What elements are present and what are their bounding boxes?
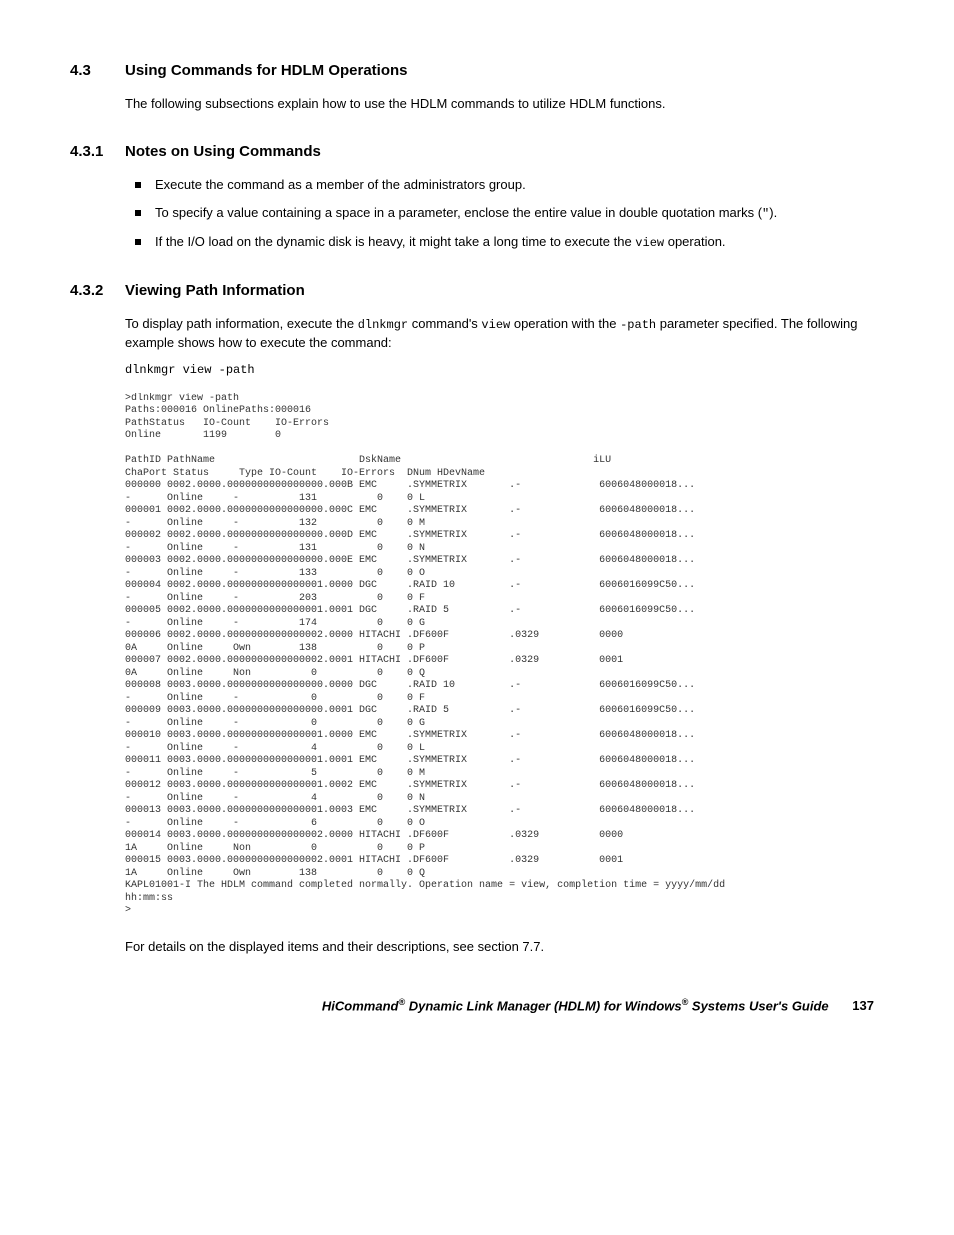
after-text: For details on the displayed items and t… (125, 938, 884, 956)
code-path: -path (620, 318, 656, 332)
heading-number: 4.3.1 (70, 141, 125, 162)
note-text-a: To specify a value containing a space in… (155, 205, 762, 220)
footer-title-c: Systems User's Guide (688, 998, 828, 1013)
command-line: dlnkmgr view -path (125, 362, 884, 379)
code-dlnkmgr: dlnkmgr (358, 318, 408, 332)
heading-4-3-2: 4.3.2 Viewing Path Information (70, 280, 884, 301)
note-text-b: ). (769, 205, 777, 220)
page-number: 137 (852, 998, 874, 1013)
note-text-b: operation. (664, 234, 725, 249)
section-4-3: 4.3 Using Commands for HDLM Operations T… (70, 60, 884, 113)
list-item: Execute the command as a member of the a… (125, 176, 884, 194)
terminal-output: >dlnkmgr view -path Paths:000016 OnlineP… (125, 393, 884, 918)
section-4-3-1: 4.3.1 Notes on Using Commands Execute th… (70, 141, 884, 252)
para-1: To display path information, execute the… (125, 315, 884, 352)
heading-number: 4.3 (70, 60, 125, 81)
list-item: If the I/O load on the dynamic disk is h… (125, 233, 884, 252)
p1b: command's (408, 316, 481, 331)
notes-list: Execute the command as a member of the a… (125, 176, 884, 252)
code-view: view (635, 236, 664, 250)
heading-title: Viewing Path Information (125, 280, 305, 301)
page-footer: HiCommand® Dynamic Link Manager (HDLM) f… (70, 996, 884, 1016)
note-text-a: If the I/O load on the dynamic disk is h… (155, 234, 635, 249)
heading-4-3-1: 4.3.1 Notes on Using Commands (70, 141, 884, 162)
section-4-3-2: 4.3.2 Viewing Path Information To displa… (70, 280, 884, 956)
heading-title: Notes on Using Commands (125, 141, 321, 162)
p1a: To display path information, execute the (125, 316, 358, 331)
heading-number: 4.3.2 (70, 280, 125, 301)
footer-title-b: Dynamic Link Manager (HDLM) for Windows (405, 998, 682, 1013)
footer-title-a: HiCommand (322, 998, 399, 1013)
intro-text: The following subsections explain how to… (125, 95, 884, 113)
list-item: To specify a value containing a space in… (125, 204, 884, 223)
heading-4-3: 4.3 Using Commands for HDLM Operations (70, 60, 884, 81)
p1c: operation with the (510, 316, 620, 331)
note-text: Execute the command as a member of the a… (155, 177, 526, 192)
heading-title: Using Commands for HDLM Operations (125, 60, 408, 81)
code-view: view (481, 318, 510, 332)
